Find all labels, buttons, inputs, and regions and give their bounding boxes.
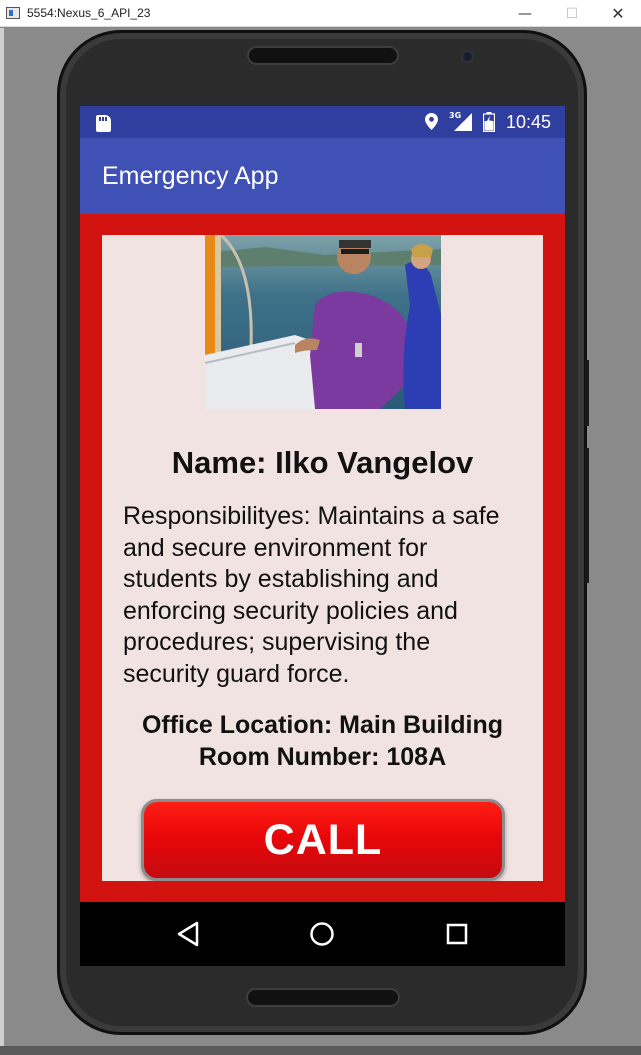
contact-office-info: Office Location: Main Building Room Numb…: [102, 709, 543, 773]
power-button[interactable]: [585, 360, 589, 426]
emulator-title-bar: 5554:Nexus_6_API_23 — ☐ ✕: [0, 0, 641, 27]
status-bar: 3G 10:45: [80, 106, 565, 138]
contact-card: Name: Ilko Vangelov Responsibilityes: Ma…: [102, 235, 543, 881]
app-bar: Emergency App: [80, 138, 565, 214]
home-icon[interactable]: [302, 914, 342, 954]
minimize-button[interactable]: —: [502, 0, 548, 27]
sd-card-icon: [96, 115, 111, 132]
volume-button[interactable]: [585, 448, 589, 583]
front-camera: [461, 50, 474, 63]
contact-responsibilities: Responsibilityes: Maintains a safe and s…: [123, 502, 500, 688]
location-icon: [425, 113, 438, 130]
navigation-bar: [80, 902, 565, 966]
status-clock: 10:45: [506, 112, 552, 132]
network-type-label: 3G: [449, 111, 462, 120]
battery-icon: [483, 112, 495, 132]
contact-name: Name: Ilko Vangelov: [171, 445, 474, 480]
desktop-taskbar: [0, 1046, 641, 1055]
room-number: Room Number: 108A: [198, 743, 447, 771]
contact-photo: [205, 235, 441, 409]
maximize-button[interactable]: ☐: [549, 0, 595, 27]
emulator-window-title: 5554:Nexus_6_API_23: [27, 6, 151, 20]
device-screen: 3G 10:45 Emergency App Name: Ilko Vangel…: [80, 106, 565, 966]
emulator-app-icon: [6, 7, 20, 19]
back-icon[interactable]: [168, 914, 208, 954]
close-button[interactable]: ✕: [595, 0, 641, 27]
office-location: Office Location: Main Building: [141, 711, 504, 739]
call-button-label: CALL: [263, 815, 383, 864]
app-title: Emergency App: [102, 162, 279, 190]
top-speaker-grille: [247, 46, 399, 65]
call-button[interactable]: CALL: [141, 799, 505, 881]
desktop-background-edge: [0, 28, 4, 1055]
content-area: Name: Ilko Vangelov Responsibilityes: Ma…: [80, 214, 565, 902]
bottom-speaker-grille: [246, 988, 400, 1007]
recent-apps-icon[interactable]: [437, 914, 477, 954]
